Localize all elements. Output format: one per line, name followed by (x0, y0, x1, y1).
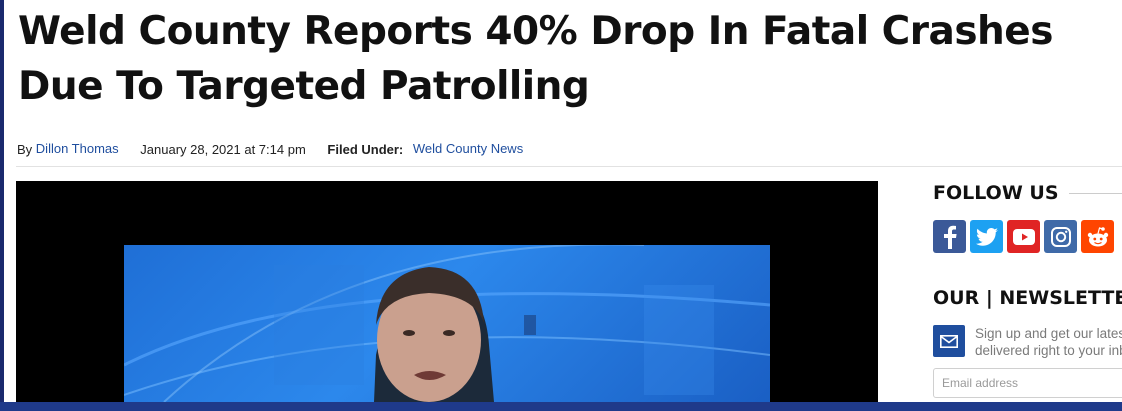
follow-us-text: FOLLOW US (933, 182, 1059, 204)
youtube-icon[interactable] (1007, 220, 1040, 253)
publish-date: January 28, 2021 at 7:14 pm (140, 142, 306, 158)
video-player[interactable] (16, 181, 878, 402)
article-page: Weld County Reports 40% Drop In Fatal Cr… (4, 0, 1122, 402)
twitter-icon[interactable] (970, 220, 1003, 253)
newsletter-line-1: Sign up and get our latest (975, 326, 1122, 341)
follow-us-heading: FOLLOW US (933, 182, 1122, 204)
email-input[interactable] (933, 368, 1122, 398)
newsletter-description: Sign up and get our latest delivered rig… (975, 325, 1122, 359)
newsletter-line-2: delivered right to your inbox (975, 343, 1122, 358)
article-byline: By Dillon Thomas January 28, 2021 at 7:1… (17, 141, 523, 159)
byline-divider (16, 166, 1122, 167)
filed-under-label: Filed Under: (327, 142, 404, 158)
category-link[interactable]: Weld County News (413, 141, 523, 156)
article-headline: Weld County Reports 40% Drop In Fatal Cr… (18, 9, 1053, 109)
newsletter-intro: Sign up and get our latest delivered rig… (933, 325, 1122, 359)
window-bottom-border (0, 402, 1122, 411)
by-prefix: By (17, 142, 33, 158)
facebook-icon[interactable] (933, 220, 966, 253)
reddit-icon[interactable] (1081, 220, 1114, 253)
author-link[interactable]: Dillon Thomas (36, 141, 119, 156)
instagram-icon[interactable] (1044, 220, 1077, 253)
social-links (933, 220, 1114, 253)
video-thumbnail-image (124, 245, 770, 402)
newsletter-heading: OUR | NEWSLETTER (933, 287, 1122, 309)
mail-icon (933, 325, 965, 357)
video-frame[interactable] (124, 245, 770, 402)
heading-rule (1068, 193, 1122, 194)
